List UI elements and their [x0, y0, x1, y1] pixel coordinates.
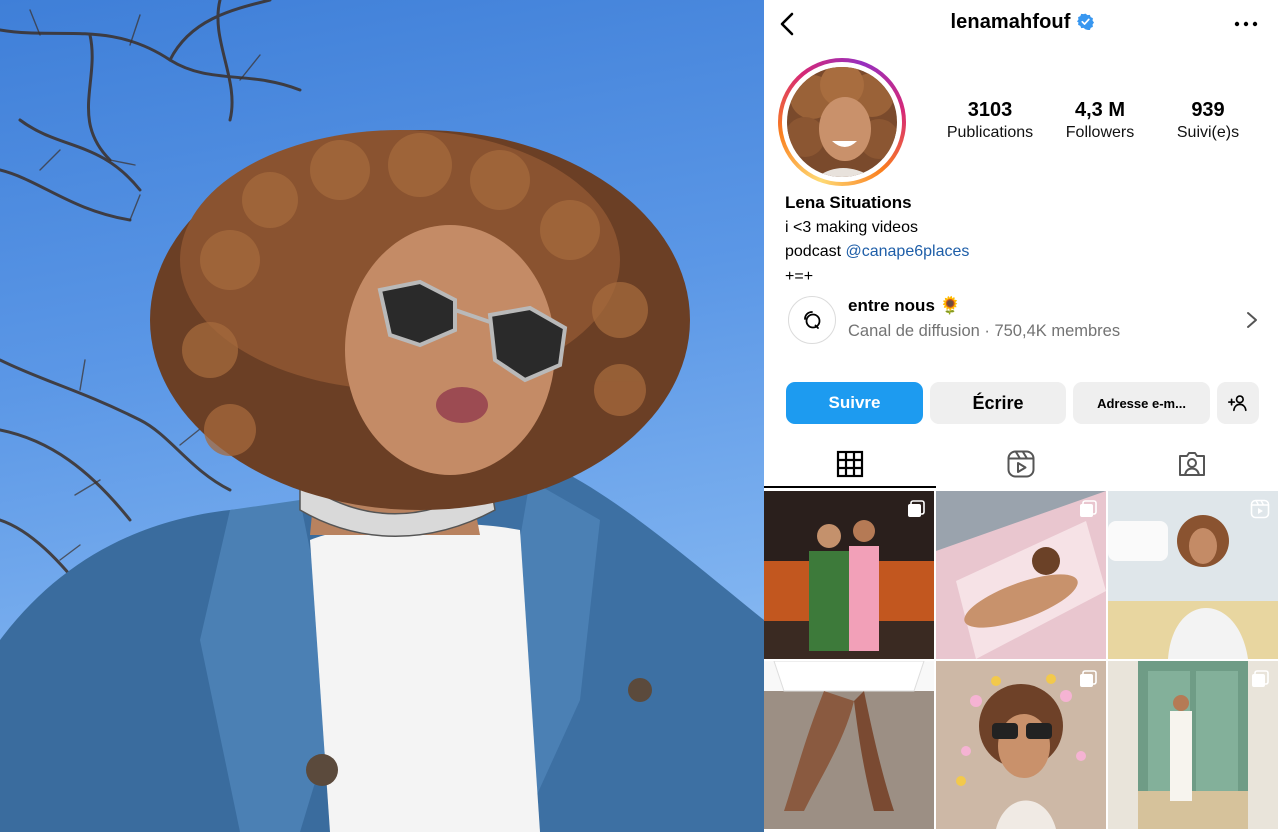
hero-photo-illustration [0, 0, 764, 832]
display-name: Lena Situations [785, 193, 912, 212]
tab-tagged[interactable] [1176, 448, 1208, 480]
carousel-icon [908, 500, 925, 517]
message-button[interactable]: Écrire [930, 382, 1066, 424]
hero-photo [0, 0, 764, 832]
broadcast-channel-row[interactable]: entre nous 🌻 Canal de diffusion · 750,4K… [784, 292, 1268, 348]
more-horizontal-icon [1234, 21, 1258, 27]
bio-line-2-prefix: podcast [785, 243, 846, 260]
post-thumbnail[interactable] [1108, 491, 1278, 659]
top-bar: lenamahfouf [764, 0, 1280, 48]
bio-line-3: +=+ [785, 267, 814, 285]
posts-grid [764, 491, 1280, 832]
verified-badge-icon [1076, 13, 1094, 30]
stat-posts-value: 3103 [967, 99, 1013, 121]
reels-icon [1007, 450, 1035, 478]
suggested-users-button[interactable] [1217, 382, 1259, 424]
carousel-icon [1080, 500, 1097, 517]
carousel-icon [1080, 670, 1097, 687]
post-thumbnail[interactable] [764, 661, 934, 829]
tagged-icon [1179, 452, 1205, 476]
stat-followers-value: 4,3 M [1074, 99, 1126, 121]
reel-icon [1250, 499, 1270, 519]
channel-subtitle: Canal de diffusion · 750,4K membres [848, 322, 1121, 340]
stat-posts-label: Publications [946, 124, 1034, 141]
tab-posts[interactable] [834, 448, 866, 480]
chevron-right-icon [1247, 312, 1257, 328]
username-text: lenamahfouf [950, 11, 1071, 33]
profile-bio: Lena Situations i <3 making videos podca… [785, 191, 1255, 289]
post-thumbnail[interactable] [936, 661, 1106, 829]
avatar-photo [787, 67, 897, 177]
stat-posts[interactable]: 3103 Publications [930, 98, 1050, 144]
more-options-button[interactable] [1232, 12, 1260, 36]
tab-reels[interactable] [1005, 448, 1037, 480]
bio-line-2: podcast @canape6places [785, 240, 1255, 265]
carousel-icon [1252, 670, 1269, 687]
avatar[interactable] [778, 58, 906, 186]
stat-following-value: 939 [1191, 99, 1225, 121]
profile-username-header: lenamahfouf [764, 11, 1280, 34]
broadcast-channel-icon [804, 311, 821, 329]
profile-panel: lenamahfouf 3103 Publications 4,3 M Foll… [764, 0, 1280, 832]
stat-followers[interactable]: 4,3 M Followers [1040, 98, 1160, 144]
add-user-icon [1228, 395, 1247, 412]
channel-icon-wrap [788, 296, 836, 344]
stat-following-label: Suivi(e)s [1176, 124, 1240, 141]
follow-button[interactable]: Suivre [786, 382, 923, 424]
active-tab-indicator [764, 486, 936, 488]
stat-following[interactable]: 939 Suivi(e)s [1148, 98, 1268, 144]
post-thumbnail[interactable] [936, 491, 1106, 659]
post-thumbnail[interactable] [764, 491, 934, 659]
email-button[interactable]: Adresse e-m... [1073, 382, 1210, 424]
profile-stats: 3103 Publications 4,3 M Followers 939 Su… [940, 98, 1260, 150]
profile-actions: Suivre Écrire Adresse e-m... [786, 382, 1266, 424]
post-thumbnail[interactable] [1108, 661, 1278, 829]
channel-title: entre nous 🌻 [848, 296, 961, 315]
bio-line-1: i <3 making videos [785, 218, 918, 236]
post-image [764, 661, 934, 829]
profile-tabs [764, 440, 1280, 488]
stat-followers-label: Followers [1065, 124, 1135, 141]
bio-mention-link[interactable]: @canape6places [845, 243, 969, 260]
grid-icon [836, 450, 864, 478]
